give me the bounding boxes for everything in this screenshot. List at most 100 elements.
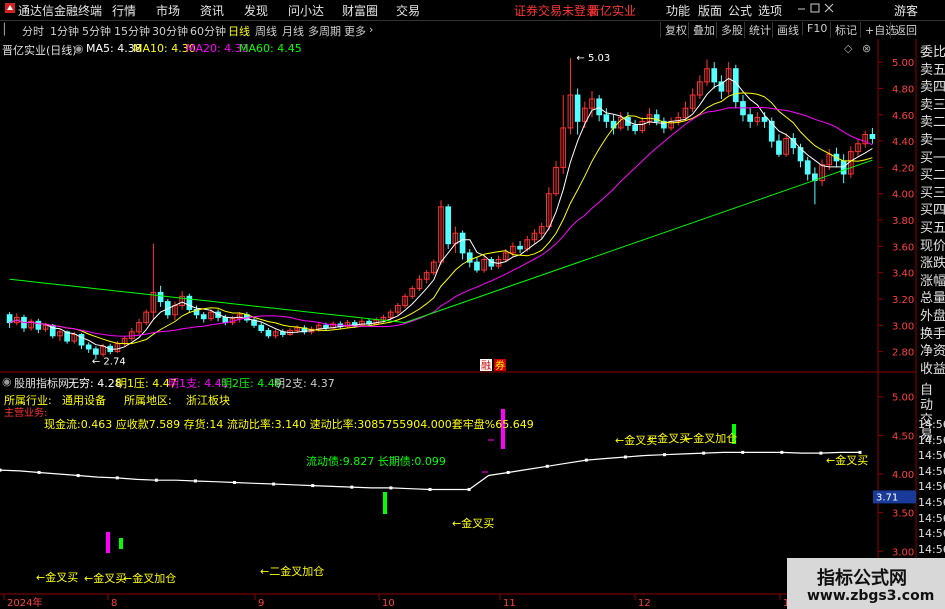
period-60min[interactable]: 60分钟 <box>190 23 226 39</box>
candle-body <box>85 344 92 350</box>
wuqiong-dot <box>272 482 276 486</box>
current-value-text: 3.71 <box>876 492 898 503</box>
menu-xuanxiang[interactable]: 选项 <box>758 2 782 19</box>
quote-item: 净资 <box>920 344 945 360</box>
period-menu-icon[interactable]: ▏ <box>4 23 12 36</box>
short-badge-text: 券 <box>495 359 505 372</box>
price-tick-label: 3.40 <box>892 269 914 280</box>
debt-line: 流动债:9.827 长期债:0.099 <box>306 455 446 468</box>
indicator-ming2ya: 明2压: 4.49 <box>221 377 282 390</box>
candle-body <box>258 324 265 332</box>
watermark-title: 指标公式网 <box>817 568 907 589</box>
wuqiong-dot <box>76 474 80 478</box>
toolbar-fanhui[interactable]: 返回 <box>890 22 921 38</box>
quote-item: 总量 <box>920 291 945 307</box>
period-5min[interactable]: 5分钟 <box>82 23 111 39</box>
trade-time: 14:56 <box>918 496 945 509</box>
region-label: 所属地区: <box>124 394 172 407</box>
toolbar-tongji[interactable]: 统计 <box>744 22 775 38</box>
indicator-settings-icon[interactable]: ◉ <box>2 375 12 388</box>
price-tick-label: 3.20 <box>892 295 914 306</box>
toolbar-fuquan[interactable]: 复权 <box>660 22 691 38</box>
period-weekly[interactable]: 周线 <box>255 23 277 39</box>
quote-item: 卖二 <box>920 115 945 131</box>
wuqiong-dot <box>428 487 432 491</box>
quote-item: 涨幅 <box>920 273 945 289</box>
quote-item: 涨跌 <box>920 256 945 272</box>
toolbar-f10[interactable]: F10 <box>802 22 831 35</box>
annotation-jiacang: ←金叉加仓 <box>123 572 177 585</box>
indicator-ming1zhi: 明1支: 4.41 <box>168 377 229 390</box>
candle-body <box>93 348 99 355</box>
menu-jiaoyi[interactable]: 交易 <box>396 2 420 19</box>
wuqiong-dot <box>350 485 354 489</box>
annotation-jiacang: ←金叉加仓 <box>684 432 738 445</box>
period-30min[interactable]: 30分钟 <box>152 23 188 39</box>
chart-close-icon[interactable]: ⊗ <box>862 42 871 55</box>
region-value: 浙江板块 <box>186 394 230 407</box>
menu-hangqing[interactable]: 行情 <box>112 2 136 19</box>
toolbar-diejia[interactable]: 叠加 <box>688 22 719 38</box>
more-chevron-icon[interactable]: › <box>369 23 373 36</box>
period-1min[interactable]: 1分钟 <box>50 23 79 39</box>
auto-trade-label-1[interactable]: 自动 <box>917 383 945 413</box>
toolbar-biaoji[interactable]: 标记 <box>830 22 861 38</box>
price-tick-label: 4.20 <box>892 163 914 174</box>
period-monthly[interactable]: 月线 <box>282 23 304 39</box>
settings-icon[interactable]: ◉ <box>74 42 84 55</box>
quote-item: 买四 <box>920 203 945 219</box>
candle-body <box>6 314 13 324</box>
toolbar-huaxian[interactable]: 画线 <box>772 22 803 38</box>
industry-value: 通用设备 <box>62 394 106 407</box>
login-notice[interactable]: 证券交易未登录 <box>514 2 598 19</box>
x-tick-label: 10 <box>382 598 395 609</box>
menu-shichang[interactable]: 市场 <box>156 2 180 19</box>
x-tick-label: 12 <box>638 598 651 609</box>
wuqiong-dot <box>780 450 784 454</box>
app-logo-icon <box>4 2 16 17</box>
menu-wenxiaoda[interactable]: 问小达 <box>288 2 324 19</box>
annotation-jincha: ←金叉买 <box>826 454 869 467</box>
quote-item: 收益 <box>920 361 945 377</box>
wuqiong-dot <box>467 487 471 491</box>
quote-item: 卖五 <box>920 62 945 78</box>
x-tick-label: 9 <box>258 598 264 609</box>
period-daily[interactable]: 日线 <box>228 23 250 39</box>
indicator-wuqiong: 无穷: 4.28 <box>68 377 122 390</box>
toolbar-duogu[interactable]: 多股 <box>716 22 747 38</box>
menu-gongshi[interactable]: 公式 <box>728 2 752 19</box>
indicator-tick-label: 4.50 <box>892 431 914 442</box>
candle-body <box>323 324 329 329</box>
period-multi[interactable]: 多周期 <box>308 23 341 39</box>
candle-body <box>632 124 638 132</box>
high-price-label: ← 5.03 <box>576 53 610 64</box>
watermark-url: www.zbgs3.com <box>807 588 935 604</box>
period-more[interactable]: 更多 <box>344 23 366 39</box>
quote-item: 买二 <box>920 168 945 184</box>
annotation-jincha: ←金叉买 <box>452 517 495 530</box>
low-price-label: ← 2.74 <box>92 356 126 367</box>
window-controls[interactable] <box>796 2 836 19</box>
price-tick-label: 4.60 <box>892 111 914 122</box>
wuqiong-dot <box>115 476 119 480</box>
candle-body <box>186 295 193 310</box>
candle-body <box>610 120 617 129</box>
menu-faxian[interactable]: 发现 <box>244 2 268 19</box>
period-fenshi[interactable]: 分时 <box>22 23 44 39</box>
quote-item: 外盘 <box>920 309 945 324</box>
user-label[interactable]: 游客 <box>894 2 918 19</box>
candle-body <box>869 134 876 139</box>
menu-caifuquan[interactable]: 财富圈 <box>342 2 378 19</box>
trade-time: 14:56 <box>918 480 945 494</box>
chart-settings-icon[interactable]: ◇ <box>844 42 852 55</box>
menu-banmian[interactable]: 版面 <box>698 2 722 19</box>
wuqiong-dot <box>193 479 197 483</box>
menu-gongneng[interactable]: 功能 <box>666 2 690 19</box>
margin-badge-text: 融 <box>481 360 491 372</box>
x-tick-label: 8 <box>111 598 117 609</box>
candle-body <box>776 140 782 155</box>
menu-zixun[interactable]: 资讯 <box>200 2 224 19</box>
candle-body <box>200 314 207 320</box>
wuqiong-dot <box>37 470 41 474</box>
period-15min[interactable]: 15分钟 <box>114 23 150 39</box>
